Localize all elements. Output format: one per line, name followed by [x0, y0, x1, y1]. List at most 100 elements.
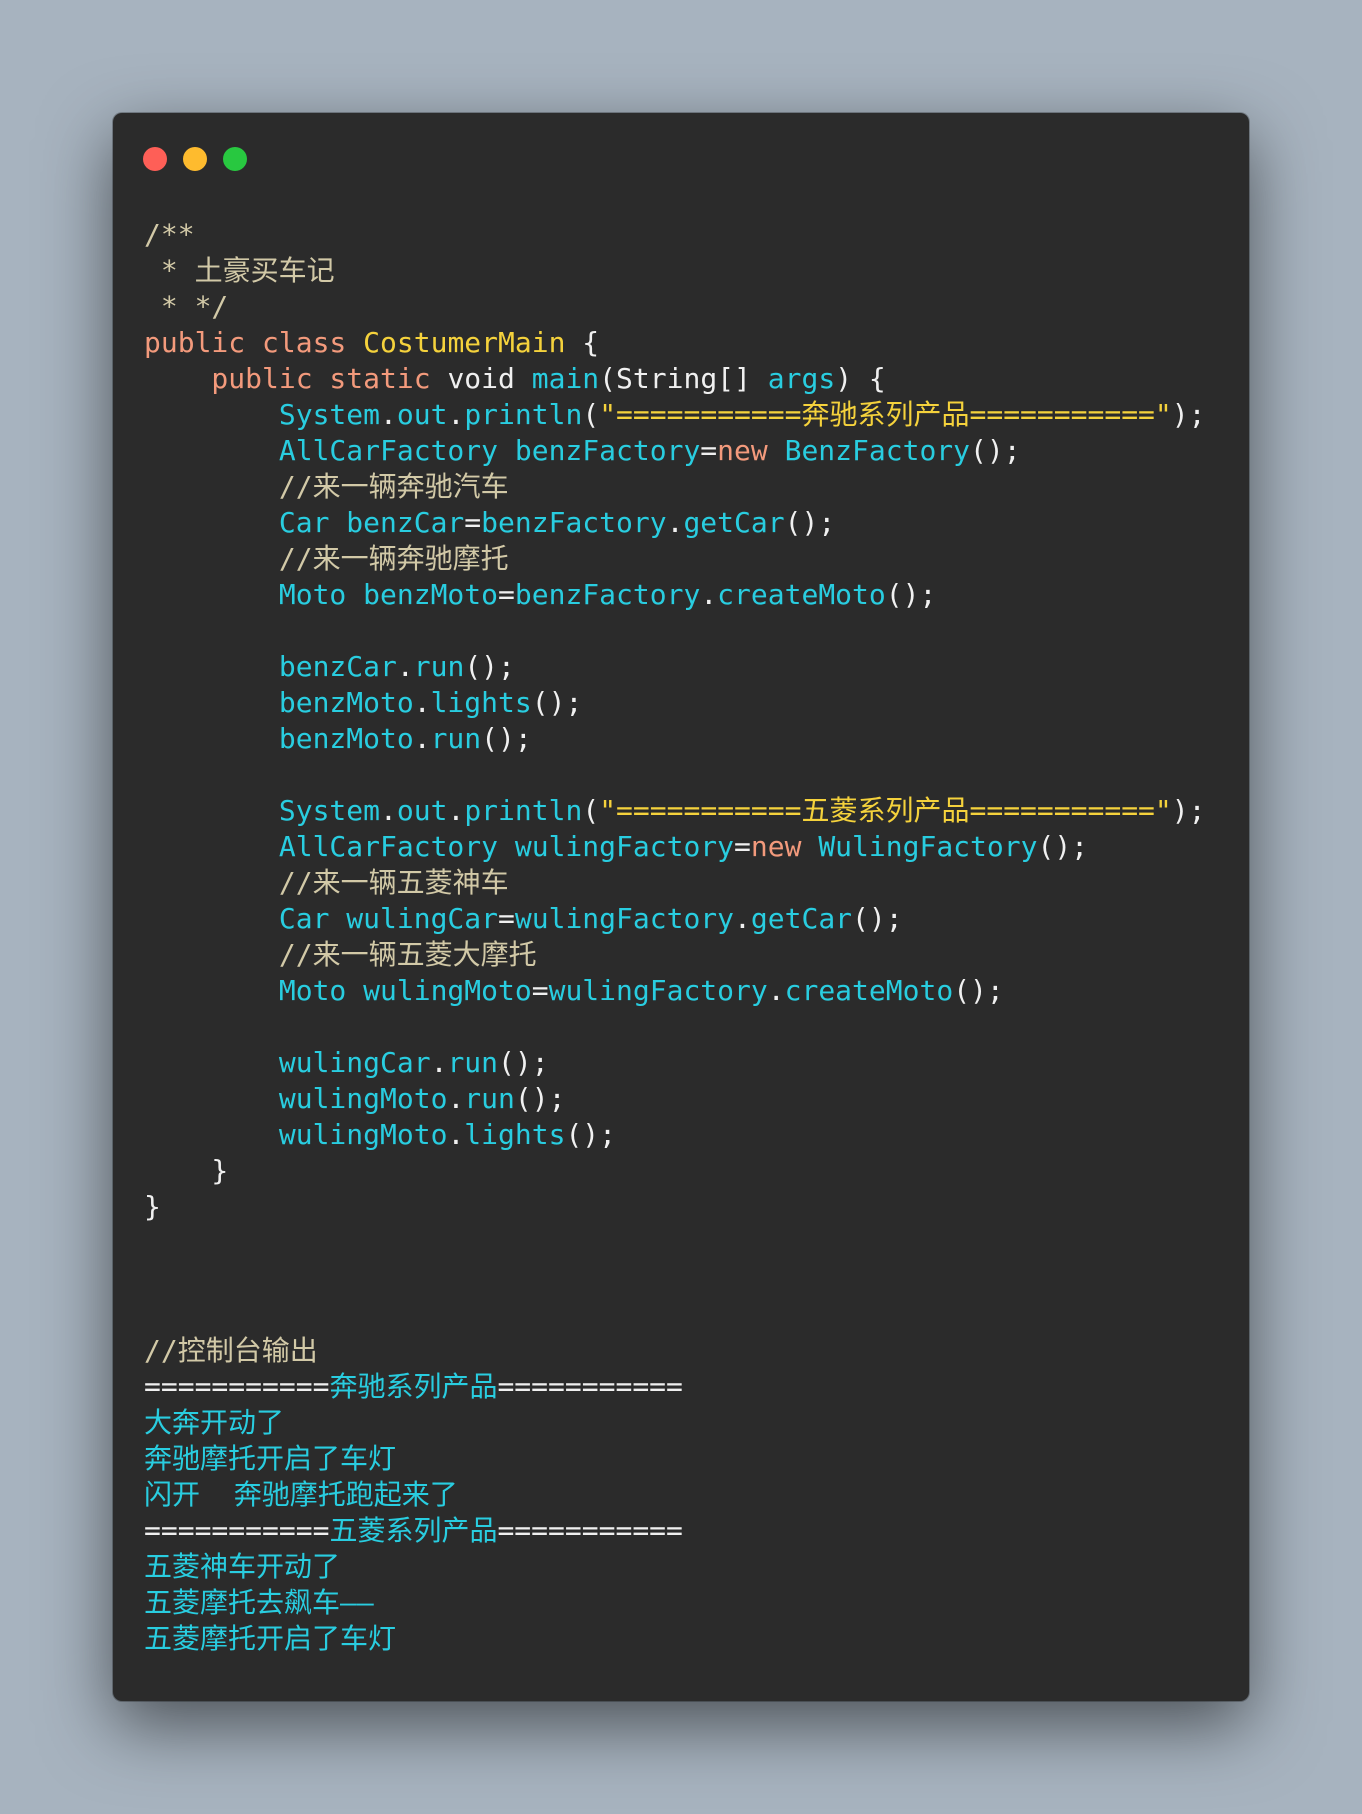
code-token: (String[]	[599, 362, 768, 395]
code-line: 大奔开动了	[144, 1405, 1206, 1441]
code-token: run	[413, 650, 465, 683]
code-token: 闪开 奔驰摩托跑起来了	[144, 1478, 458, 1511]
code-token: ();	[531, 686, 583, 719]
code-line: wulingMoto.run();	[144, 1081, 1206, 1117]
code-window: /** * 土豪买车记 * */public class CostumerMai…	[113, 113, 1249, 1701]
code-token: benzMoto	[144, 686, 414, 719]
code-token: 奔驰摩托开启了车灯	[144, 1442, 397, 1475]
code-line: benzMoto.lights();	[144, 685, 1206, 721]
code-token: Car benzCar	[144, 506, 465, 539]
code-line: }	[144, 1153, 1206, 1189]
code-token: .	[447, 1118, 465, 1151]
code-token: //来一辆五菱大摩托	[144, 938, 537, 971]
code-token: Moto wulingMoto	[144, 974, 532, 1007]
code-token: public class	[144, 326, 364, 359]
code-token: wulingMoto	[144, 1118, 448, 1151]
code-line: wulingCar.run();	[144, 1045, 1206, 1081]
code-token: println	[464, 794, 583, 827]
code-token: ();	[953, 974, 1004, 1007]
code-token: .	[700, 578, 718, 611]
code-line: Car benzCar=benzFactory.getCar();	[144, 505, 1206, 541]
code-token: .	[413, 686, 431, 719]
code-token: ) {	[835, 362, 886, 395]
code-line: 闪开 奔驰摩托跑起来了	[144, 1477, 1206, 1513]
code-token: createMoto	[784, 974, 954, 1007]
code-line: * 土豪买车记	[144, 253, 1206, 289]
code-token: .	[447, 794, 465, 827]
code-line: ===========奔驰系列产品===========	[144, 1369, 1206, 1405]
code-token: ===========	[497, 1370, 683, 1403]
code-token: ===========	[144, 1514, 330, 1547]
minimize-dot-icon[interactable]	[183, 147, 207, 171]
code-token: //来一辆奔驰摩托	[144, 542, 509, 575]
code-token: .	[380, 794, 397, 827]
code-token: new	[750, 830, 819, 863]
code-token: .	[447, 1082, 465, 1115]
code-token: * 土豪买车记	[144, 254, 335, 287]
code-line: AllCarFactory benzFactory=new BenzFactor…	[144, 433, 1206, 469]
code-token: "===========奔驰系列产品==========="	[599, 398, 1172, 431]
code-token: System	[144, 794, 381, 827]
code-token: wulingCar	[144, 1046, 431, 1079]
code-token: .	[734, 902, 751, 935]
code-token: //来一辆五菱神车	[144, 866, 509, 899]
code-line: 五菱摩托开启了车灯	[144, 1621, 1206, 1657]
maximize-dot-icon[interactable]	[223, 147, 247, 171]
code-line: //控制台输出	[144, 1333, 1206, 1369]
code-token: ===========	[144, 1370, 330, 1403]
code-line: /**	[144, 217, 1206, 253]
code-line: System.out.println("===========奔驰系列产品===…	[144, 397, 1206, 433]
code-token: =	[498, 578, 515, 611]
code-token: ();	[885, 578, 937, 611]
close-dot-icon[interactable]	[143, 147, 167, 171]
code-line: public static void main(String[] args) {	[144, 361, 1206, 397]
code-token: =	[734, 830, 751, 863]
window-controls	[143, 147, 247, 171]
code-block: /** * 土豪买车记 * */public class CostumerMai…	[144, 217, 1206, 1657]
code-line: 奔驰摩托开启了车灯	[144, 1441, 1206, 1477]
code-line: AllCarFactory wulingFactory=new WulingFa…	[144, 829, 1206, 865]
code-token: AllCarFactory wulingFactory	[144, 830, 735, 863]
code-token: benzFactory	[481, 506, 667, 539]
code-token: =	[700, 434, 718, 467]
code-token: ===========	[497, 1514, 683, 1547]
code-token: 五菱摩托开启了车灯	[144, 1622, 397, 1655]
code-token: 奔驰系列产品	[329, 1370, 498, 1403]
code-token: .	[413, 722, 431, 755]
code-line: System.out.println("===========五菱系列产品===…	[144, 793, 1206, 829]
code-token: ();	[464, 650, 515, 683]
code-token: WulingFactory	[818, 830, 1038, 863]
code-line: }	[144, 1189, 1206, 1225]
code-line: //来一辆五菱神车	[144, 865, 1206, 901]
code-token: CostumerMain	[363, 326, 566, 359]
code-line: //来一辆五菱大摩托	[144, 937, 1206, 973]
code-token: wulingMoto	[144, 1082, 448, 1115]
code-token: );	[1171, 794, 1206, 827]
code-token: }	[144, 1190, 161, 1223]
code-token: .	[396, 650, 414, 683]
code-token: lights	[464, 1118, 566, 1151]
code-token: ();	[852, 902, 903, 935]
code-token: benzMoto	[144, 722, 414, 755]
code-token: ();	[970, 434, 1021, 467]
code-token: System	[144, 398, 381, 431]
code-token: .	[767, 974, 785, 1007]
code-token: run	[430, 722, 482, 755]
code-token: 大奔开动了	[144, 1406, 285, 1439]
code-token: =	[498, 902, 515, 935]
code-line: benzMoto.run();	[144, 721, 1206, 757]
code-line: //来一辆奔驰摩托	[144, 541, 1206, 577]
code-token: run	[464, 1082, 515, 1115]
code-token: ();	[1037, 830, 1089, 863]
code-token: benzFactory	[514, 578, 701, 611]
code-line: ===========五菱系列产品===========	[144, 1513, 1206, 1549]
code-token: BenzFactory	[784, 434, 971, 467]
code-token: .	[666, 506, 684, 539]
code-token: * */	[144, 290, 229, 323]
code-token: (	[582, 794, 600, 827]
code-token: void	[447, 362, 532, 395]
